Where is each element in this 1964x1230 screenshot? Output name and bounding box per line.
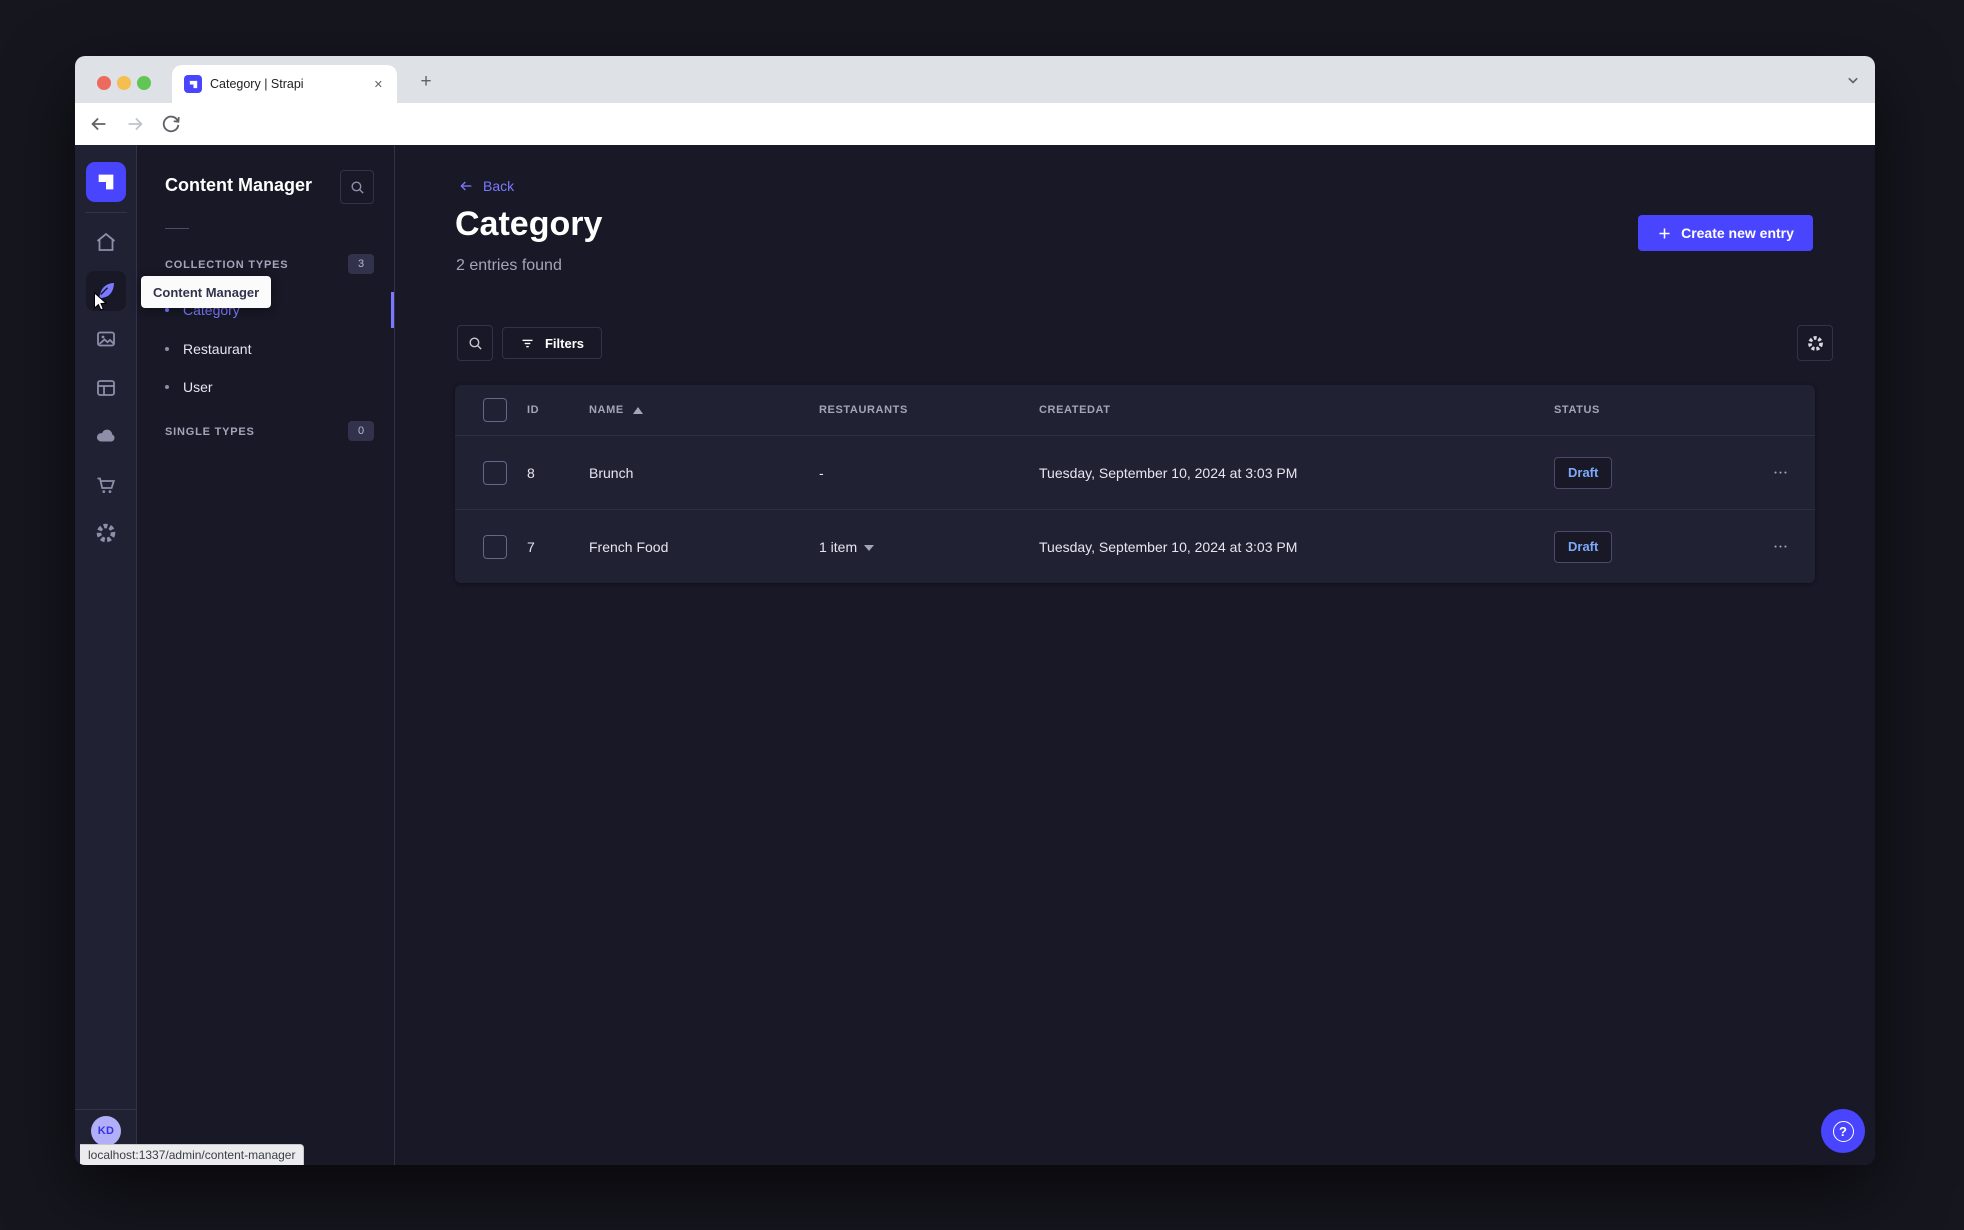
cell-createdat: Tuesday, September 10, 2024 at 3:03 PM [1039, 464, 1298, 481]
row-actions-menu-icon[interactable] [1745, 538, 1815, 555]
status-badge: Draft [1554, 530, 1613, 563]
sidebar-item-label: Restaurant [183, 341, 252, 357]
gear-icon [1807, 335, 1823, 351]
divider [165, 228, 189, 229]
zoom-window-button[interactable] [137, 76, 151, 90]
strapi-logo[interactable] [86, 162, 126, 202]
back-link[interactable]: Back [458, 178, 514, 194]
home-icon[interactable] [94, 230, 118, 254]
content-type-builder-icon[interactable] [94, 376, 118, 400]
single-types-label: SINGLE TYPES [165, 426, 255, 438]
arrow-left-icon [460, 181, 472, 191]
browser-window: Category | Strapi ✕ + localhost:1337/adm… [75, 56, 1875, 1165]
page-title: Category [455, 205, 603, 243]
column-header-id[interactable]: ID [527, 404, 589, 416]
main-content: Back Category 2 entries found Create new… [395, 145, 1875, 1165]
active-item-indicator [391, 292, 394, 328]
collection-types-count-badge: 3 [348, 254, 374, 274]
tab-search-chevron-icon[interactable] [1843, 70, 1863, 90]
table-header-row: ID NAME RESTAURANTS CREATEDAT STATUS [455, 385, 1815, 435]
window-controls [97, 76, 151, 90]
browser-toolbar: localhost:1337/admin/content-manager/col… [75, 103, 1875, 186]
help-button[interactable]: ? [1821, 1109, 1865, 1153]
bullet-icon [165, 308, 169, 312]
tab-strip: Category | Strapi ✕ + [75, 56, 1875, 103]
sidebar-item-label: User [183, 379, 213, 395]
browser-tab[interactable]: Category | Strapi ✕ [172, 65, 397, 103]
create-new-entry-button[interactable]: Create new entry [1638, 215, 1813, 251]
cell-name: French Food [589, 538, 669, 555]
mouse-cursor-icon [89, 291, 111, 313]
new-tab-button[interactable]: + [413, 69, 439, 95]
chevron-down-icon [864, 544, 875, 551]
filters-button[interactable]: Filters [502, 327, 602, 359]
strapi-app: KD Content Manager COLLECTION TYPES 3 Ca… [75, 145, 1875, 1165]
collection-types-label: COLLECTION TYPES [165, 259, 289, 271]
column-header-createdat[interactable]: CREATEDAT [1039, 404, 1554, 416]
bullet-icon [165, 385, 169, 389]
sort-ascending-icon [632, 406, 643, 414]
link-status-bar: localhost:1337/admin/content-manager [80, 1144, 305, 1165]
select-all-checkbox[interactable] [483, 398, 507, 422]
strapi-favicon-icon [184, 75, 202, 93]
entries-table: ID NAME RESTAURANTS CREATEDAT STATUS 8 B… [455, 385, 1815, 583]
minimize-window-button[interactable] [117, 76, 131, 90]
subnav-title: Content Manager [165, 175, 313, 195]
cell-restaurants: - [819, 464, 824, 481]
reload-icon[interactable] [160, 113, 182, 135]
column-header-status[interactable]: STATUS [1554, 404, 1745, 416]
divider [85, 212, 127, 213]
column-header-name[interactable]: NAME [589, 404, 819, 416]
entries-count: 2 entries found [456, 257, 562, 274]
media-library-icon[interactable] [94, 327, 118, 351]
divider [75, 1109, 137, 1110]
tab-title: Category | Strapi [210, 77, 304, 91]
status-badge: Draft [1554, 456, 1613, 489]
user-avatar[interactable]: KD [91, 1116, 121, 1146]
subnav-search-button[interactable] [340, 170, 374, 204]
search-icon [468, 336, 482, 350]
filter-icon [522, 339, 533, 347]
plus-icon [1659, 228, 1670, 238]
cloud-icon[interactable] [94, 424, 118, 448]
table-row[interactable]: 7 French Food 1 item Tuesday, September … [455, 509, 1815, 583]
search-button[interactable] [457, 325, 493, 361]
forward-nav-icon[interactable] [124, 113, 146, 135]
question-mark-icon: ? [1832, 1120, 1854, 1142]
column-header-restaurants[interactable]: RESTAURANTS [819, 404, 1039, 416]
single-types-count-badge: 0 [348, 421, 374, 441]
back-label: Back [483, 178, 515, 194]
row-checkbox[interactable] [483, 460, 507, 485]
create-new-entry-label: Create new entry [1681, 225, 1794, 241]
filters-label: Filters [544, 335, 584, 351]
table-row[interactable]: 8 Brunch - Tuesday, September 10, 2024 a… [455, 435, 1815, 509]
content-manager-tooltip: Content Manager [141, 276, 272, 308]
marketplace-icon[interactable] [94, 473, 118, 497]
cell-id: 8 [527, 464, 535, 481]
close-window-button[interactable] [97, 76, 111, 90]
sidebar-item-user[interactable]: User [137, 369, 395, 405]
cell-name: Brunch [589, 464, 634, 481]
back-nav-icon[interactable] [88, 113, 110, 135]
view-settings-button[interactable] [1797, 325, 1833, 361]
cell-id: 7 [527, 538, 535, 555]
bullet-icon [165, 347, 169, 351]
settings-icon[interactable] [94, 521, 118, 545]
cell-restaurants[interactable]: 1 item [819, 539, 1039, 555]
sidebar-item-restaurant[interactable]: Restaurant [137, 331, 395, 367]
tab-close-icon[interactable]: ✕ [370, 76, 387, 93]
row-checkbox[interactable] [483, 534, 507, 559]
main-navigation: KD [75, 145, 137, 1165]
cell-createdat: Tuesday, September 10, 2024 at 3:03 PM [1039, 538, 1298, 555]
row-actions-menu-icon[interactable] [1745, 464, 1815, 481]
